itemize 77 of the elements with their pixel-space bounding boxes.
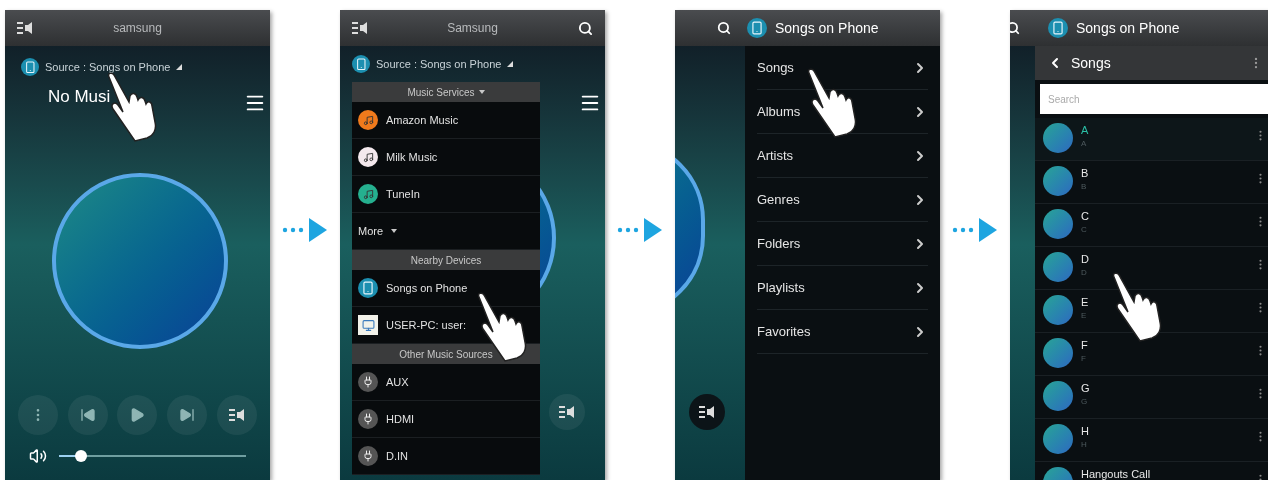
album-art-icon (1043, 295, 1073, 325)
source-item[interactable]: TuneIn (352, 176, 540, 213)
song-title: B (1081, 166, 1090, 180)
song-title: D (1081, 252, 1090, 266)
volume-slider[interactable] (59, 450, 246, 462)
dropdown-corner-icon (507, 61, 514, 67)
volume-icon[interactable] (29, 447, 47, 465)
arrow-drawing (281, 217, 329, 243)
now-playing-title: No Musi (48, 86, 111, 108)
pointing-hand-icon (805, 68, 857, 138)
playlist-speaker-icon[interactable] (229, 409, 246, 421)
dropdown-corner-icon (176, 64, 183, 70)
phone-icon (1048, 18, 1068, 38)
album-art-icon (1043, 424, 1073, 454)
header-title: Songs on Phone (775, 18, 879, 38)
header-title: Samsung (446, 20, 499, 37)
cable-icon (358, 409, 378, 429)
song-row[interactable]: B B (1035, 161, 1268, 204)
cable-icon (358, 372, 378, 392)
song-title: G (1081, 381, 1091, 395)
album-art-icon (1043, 381, 1073, 411)
search-icon[interactable] (1010, 21, 1020, 35)
source-selector[interactable]: Source : Songs on Phone (5, 46, 199, 76)
library-item[interactable]: Folders (757, 222, 928, 266)
previous-icon[interactable] (67, 395, 108, 435)
section-title: Music Services (407, 85, 475, 100)
source-item[interactable]: Milk Music (352, 139, 540, 176)
library-item[interactable]: Favorites (757, 310, 928, 354)
album-art-icon (1043, 252, 1073, 282)
search-icon[interactable] (578, 20, 593, 36)
phone-icon (358, 278, 378, 298)
songs-title: Songs (1071, 53, 1112, 73)
song-title: A (1081, 123, 1090, 137)
source-item[interactable]: HDMI (352, 401, 540, 438)
playlist-speaker-icon[interactable] (559, 406, 575, 418)
library-item[interactable]: Playlists (757, 266, 928, 310)
pointing-hand-icon (1110, 272, 1162, 342)
source-item[interactable]: Amazon Music (352, 102, 540, 139)
song-artist: H (1081, 439, 1088, 451)
arrow-drawing (951, 217, 999, 243)
search-field[interactable]: Search (1040, 84, 1268, 114)
song-title: F (1081, 338, 1089, 352)
playlist-speaker-icon[interactable] (352, 22, 368, 34)
song-title: E (1081, 295, 1090, 309)
computer-icon (358, 315, 378, 335)
library-item[interactable]: Genres (757, 178, 928, 222)
song-title: C (1081, 209, 1090, 223)
header-title: Songs on Phone (1076, 18, 1180, 38)
song-artist: A (1081, 138, 1088, 150)
playlist-speaker-icon[interactable] (17, 22, 33, 34)
song-title: Hangouts Call (1081, 467, 1152, 480)
playlist-speaker-button[interactable] (217, 395, 258, 435)
song-artist: B (1081, 181, 1088, 193)
song-row[interactable]: A A (1035, 118, 1268, 161)
album-art-icon (1043, 123, 1073, 153)
caret-icon (391, 229, 398, 233)
section-title: Other Music Sources (399, 347, 493, 362)
source-selector[interactable]: Source : Songs on Phone (340, 46, 526, 82)
play-icon[interactable] (117, 395, 158, 435)
playlist-speaker-button[interactable] (549, 394, 585, 430)
source-item[interactable]: D.IN (352, 438, 540, 475)
header-title: samsung (112, 20, 163, 37)
search-icon[interactable] (717, 21, 731, 35)
song-row[interactable]: Hangouts Call (1035, 462, 1268, 480)
section-title: Nearby Devices (410, 253, 482, 268)
playlist-speaker-icon[interactable] (699, 406, 715, 418)
source-item[interactable]: AUX (352, 364, 540, 401)
playlist-speaker-button[interactable] (689, 394, 725, 430)
album-art-icon (1043, 209, 1073, 239)
arrow-drawing (616, 217, 664, 243)
song-row[interactable]: H H (1035, 419, 1268, 462)
album-art-icon (1043, 166, 1073, 196)
cable-icon (358, 446, 378, 466)
phone-icon (747, 18, 767, 38)
album-art-icon (1043, 338, 1073, 368)
song-title: H (1081, 424, 1090, 438)
next-icon[interactable] (167, 395, 208, 435)
